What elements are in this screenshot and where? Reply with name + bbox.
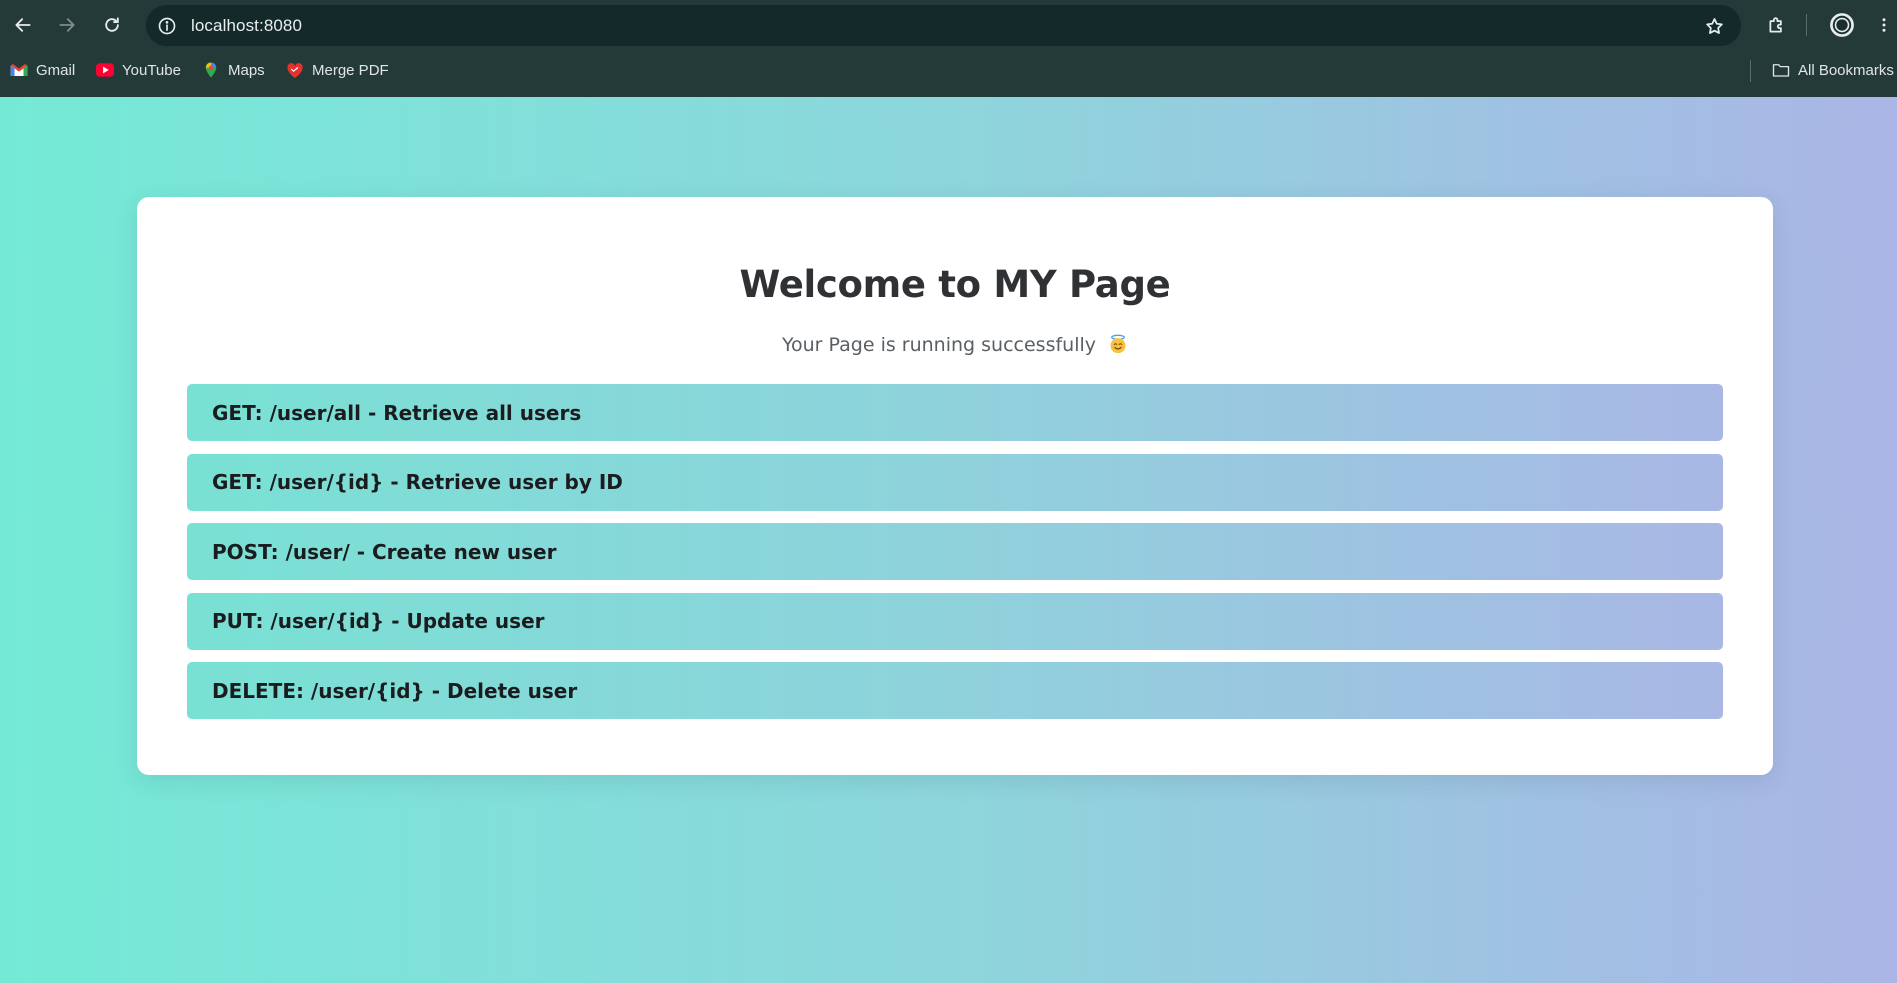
bookmark-label: YouTube	[122, 61, 181, 79]
menu-kebab-icon[interactable]	[1873, 9, 1895, 41]
forward-button[interactable]	[51, 9, 83, 41]
welcome-card: Welcome to MY Page Your Page is running …	[137, 197, 1773, 775]
extensions-icon[interactable]	[1760, 9, 1792, 41]
page-subtitle: Your Page is running successfully	[137, 334, 1773, 356]
all-bookmarks-label: All Bookmarks	[1798, 61, 1894, 79]
address-bar[interactable]: localhost:8080	[146, 5, 1741, 46]
endpoint-delete-user[interactable]: DELETE: /user/{id} - Delete user	[187, 662, 1723, 719]
bookmark-youtube[interactable]: YouTube	[96, 58, 181, 82]
reload-icon	[105, 17, 119, 32]
arrow-left-icon	[15, 18, 31, 32]
back-button[interactable]	[7, 9, 39, 41]
bookmarks-divider	[1750, 60, 1751, 82]
bookmark-star-icon[interactable]	[1702, 14, 1726, 38]
endpoint-list: GET: /user/all - Retrieve all users GET:…	[187, 384, 1723, 732]
youtube-icon	[96, 61, 114, 79]
maps-icon	[202, 61, 220, 79]
folder-icon	[1772, 61, 1790, 79]
smiling-face-with-halo-icon	[1110, 334, 1126, 354]
site-info-icon[interactable]	[156, 15, 177, 36]
bookmarks-bar: Gmail YouTube Maps Merge PDF All Bookmar…	[0, 52, 1897, 88]
url-text[interactable]: localhost:8080	[191, 16, 302, 36]
bookmark-maps[interactable]: Maps	[202, 58, 265, 82]
page-title: Welcome to MY Page	[739, 263, 1171, 306]
arrow-right-icon	[59, 18, 75, 32]
gmail-icon	[10, 61, 28, 79]
endpoint-update-user[interactable]: PUT: /user/{id} - Update user	[187, 592, 1723, 650]
bookmark-label: Gmail	[36, 61, 76, 79]
subtitle-text: Your Page is running successfully	[781, 334, 1097, 356]
page-viewport: Welcome to MY Page Your Page is running …	[0, 97, 1897, 983]
endpoint-get-user-by-id[interactable]: GET: /user/{id} - Retrieve user by ID	[187, 453, 1723, 511]
bookmark-gmail[interactable]: Gmail	[10, 58, 75, 82]
browser-chrome: localhost:8080 Gmail YouTube Maps Merge …	[0, 0, 1897, 97]
profile-avatar-icon[interactable]	[1826, 9, 1858, 41]
browser-toolbar: localhost:8080	[0, 0, 1897, 50]
all-bookmarks-button[interactable]: All Bookmarks	[1772, 58, 1894, 82]
endpoint-get-all-users[interactable]: GET: /user/all - Retrieve all users	[187, 384, 1723, 441]
toolbar-divider	[1806, 14, 1807, 36]
bookmark-label: Maps	[228, 61, 265, 79]
reload-button[interactable]	[96, 9, 128, 41]
heart-icon	[286, 61, 304, 79]
bookmark-merge-pdf[interactable]: Merge PDF	[286, 58, 389, 82]
endpoint-create-user[interactable]: POST: /user/ - Create new user	[187, 523, 1723, 580]
bookmark-label: Merge PDF	[312, 61, 389, 79]
